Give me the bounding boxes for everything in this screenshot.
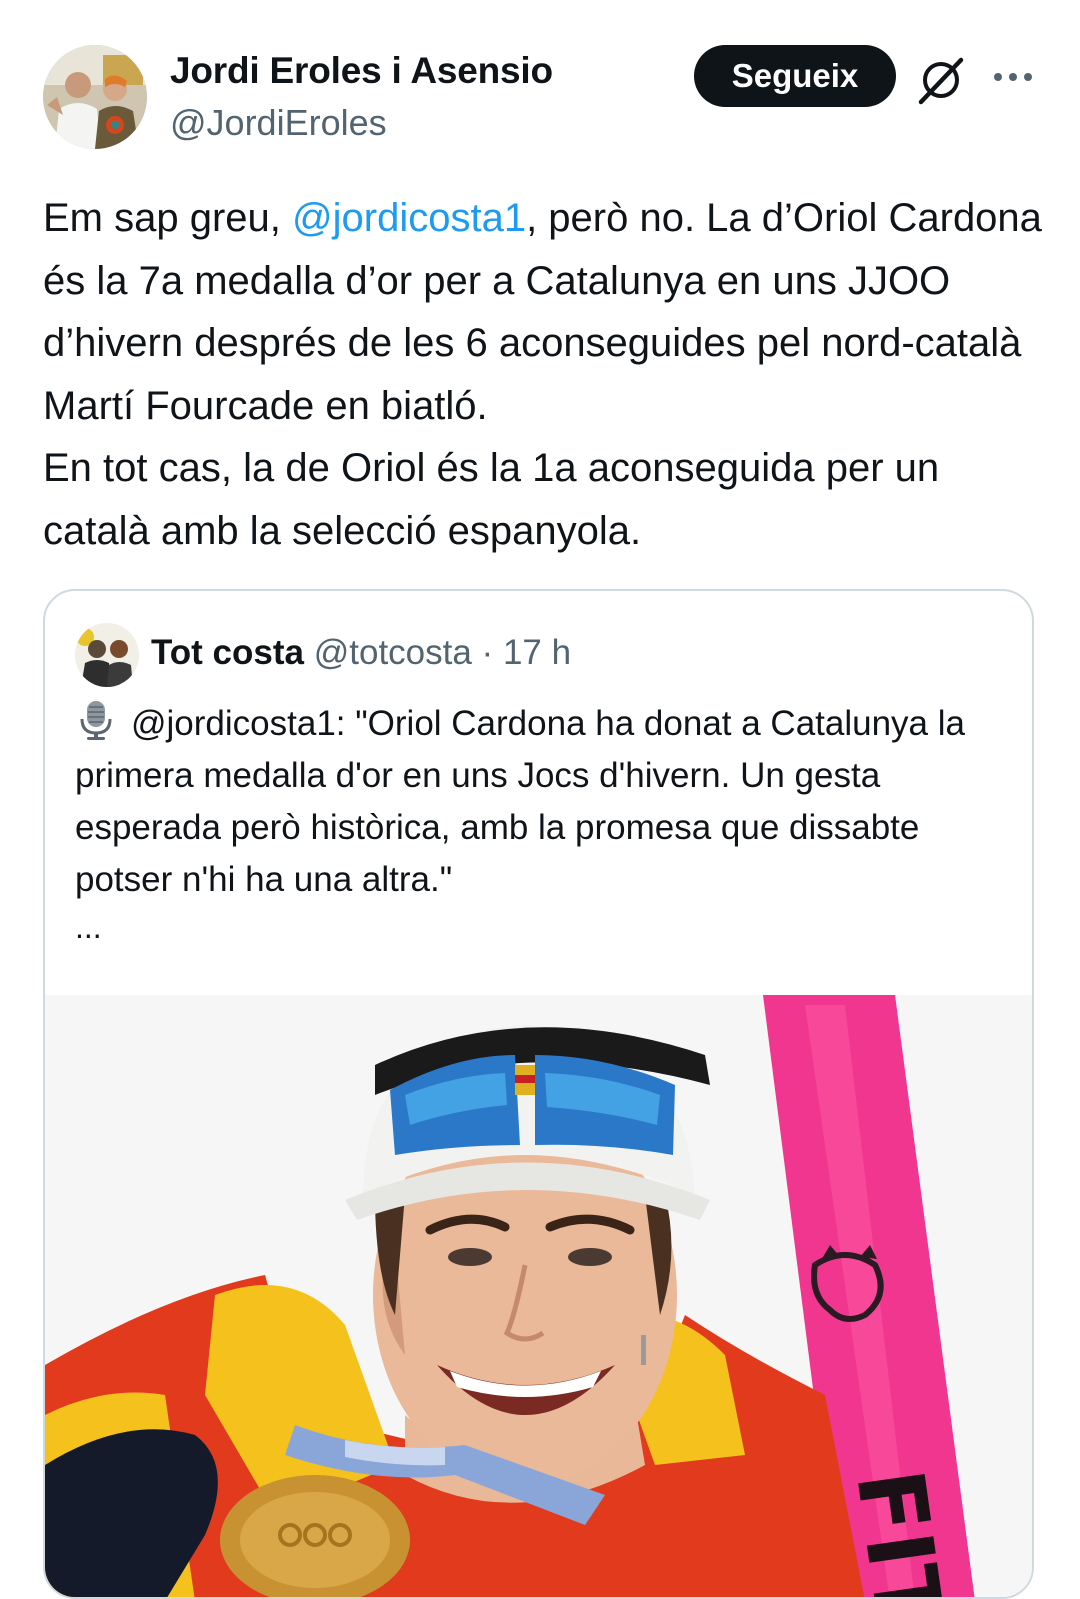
athlete-photo[interactable]: FIT bbox=[45, 995, 1032, 1597]
author-display-name[interactable]: Jordi Eroles i Asensio bbox=[170, 50, 553, 92]
microphone-icon bbox=[75, 699, 117, 741]
quoted-timestamp[interactable]: 17 h bbox=[503, 633, 571, 672]
quoted-avatar-icon bbox=[75, 623, 139, 687]
quoted-ellipsis: ... bbox=[75, 909, 102, 945]
author-avatar[interactable] bbox=[43, 45, 147, 149]
quoted-tweet-card[interactable]: Tot costa @totcosta · 17 h @jordicosta1:… bbox=[43, 589, 1034, 1599]
author-handle[interactable]: @JordiEroles bbox=[170, 102, 387, 144]
quoted-text: @jordicosta1: "Oriol Cardona ha donat a … bbox=[75, 704, 965, 899]
quoted-header: Tot costa @totcosta · 17 h bbox=[151, 631, 571, 675]
athlete-photo-icon: FIT bbox=[45, 995, 1032, 1597]
grok-icon[interactable] bbox=[913, 52, 969, 108]
quoted-display-name[interactable]: Tot costa bbox=[151, 633, 304, 672]
quoted-author-avatar[interactable] bbox=[75, 623, 139, 687]
tweet-paragraph-1: Em sap greu, @jordicosta1, però no. La d… bbox=[43, 187, 1043, 437]
quoted-text-block: @jordicosta1: "Oriol Cardona ha donat a … bbox=[75, 698, 1005, 906]
more-icon[interactable] bbox=[988, 52, 1038, 102]
tweet-paragraph-2: En tot cas, la de Oriol és la 1a aconseg… bbox=[43, 446, 940, 553]
follow-button[interactable]: Segueix bbox=[694, 45, 896, 107]
mention-link[interactable]: @jordicosta1 bbox=[292, 196, 526, 240]
tweet-text-prefix: Em sap greu, bbox=[43, 196, 293, 240]
profile-photo-icon bbox=[43, 45, 147, 149]
quoted-handle[interactable]: @totcosta bbox=[314, 633, 472, 672]
quoted-separator: · bbox=[471, 633, 503, 672]
tweet-text: Em sap greu, @jordicosta1, però no. La d… bbox=[43, 187, 1043, 562]
